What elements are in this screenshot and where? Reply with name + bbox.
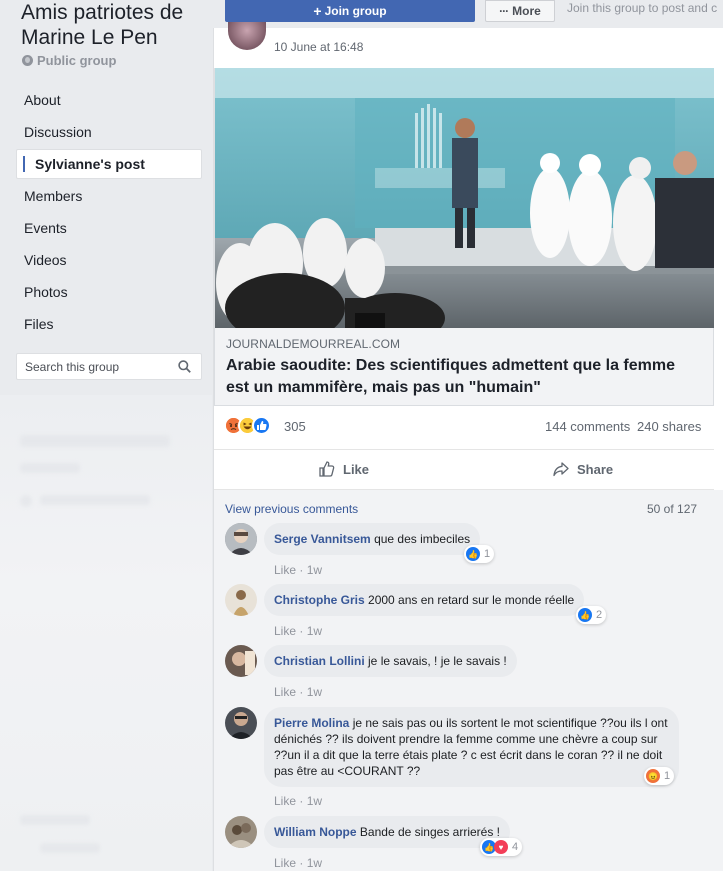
commenter-name[interactable]: Christian Lollini — [274, 654, 365, 668]
comment-bubble: Christophe Gris 2000 ans en retard sur l… — [264, 584, 585, 616]
post-timestamp[interactable]: 10 June at 16:48 — [274, 40, 363, 54]
more-button[interactable]: ··· More — [485, 0, 555, 22]
comment-time[interactable]: 1w — [307, 856, 322, 870]
like-icon — [252, 416, 271, 435]
search-input[interactable] — [17, 354, 167, 379]
comment-count[interactable]: 144 comments — [545, 419, 630, 434]
comment-meta: Like · 1w — [274, 624, 323, 638]
more-dots-icon: ··· — [499, 4, 509, 18]
search-icon[interactable] — [178, 360, 191, 373]
comment-time[interactable]: 1w — [307, 794, 322, 808]
comment-text: 2000 ans en retard sur le monde réelle — [368, 593, 575, 607]
more-label: More — [512, 4, 541, 18]
comment-time[interactable]: 1w — [307, 563, 322, 577]
comment-reaction-count: 1 — [664, 770, 671, 782]
post-card: 10 June at 16:48 JOURNALDEMOURREAL.COM A… — [213, 22, 723, 871]
post-actions: Like Share — [214, 450, 714, 490]
comment-bubble: William Noppe Bande de singes arrierés ! — [264, 816, 511, 848]
commenter-avatar[interactable] — [225, 523, 257, 555]
comment-reaction-count: 4 — [512, 841, 519, 853]
comment-bubble: Christian Lollini je le savais, ! je le … — [264, 645, 517, 677]
blurred-sidebar-content — [0, 395, 212, 871]
comments-section: View previous comments 50 of 127 Serge V… — [214, 490, 723, 871]
globe-icon — [22, 55, 33, 66]
commenter-name[interactable]: Serge Vannitsem — [274, 532, 371, 546]
join-group-label: Join group — [324, 4, 387, 18]
love-icon: ♥ — [494, 840, 508, 854]
thumbs-up-icon — [319, 461, 335, 477]
nav-item-photos[interactable]: Photos — [16, 276, 202, 308]
nav-item-files[interactable]: Files — [16, 308, 202, 340]
comment-time[interactable]: 1w — [307, 685, 322, 699]
commenter-name[interactable]: Pierre Molina — [274, 716, 349, 730]
link-title[interactable]: Arabie saoudite: Des scientifiques admet… — [226, 355, 696, 399]
nav-item-events[interactable]: Events — [16, 212, 202, 244]
comment-time[interactable]: 1w — [307, 624, 322, 638]
like-icon: 👍 — [578, 608, 592, 622]
nav-item-about[interactable]: About — [16, 84, 202, 116]
comment-meta: Like · 1w — [274, 685, 323, 699]
nav-item-label: Sylvianne's post — [35, 156, 145, 172]
comment-text: je le savais, ! je le savais ! — [368, 654, 507, 668]
comment-like-link[interactable]: Like — [274, 624, 296, 638]
group-sidebar: Amis patriotes de Marine Le Pen Public g… — [0, 0, 212, 871]
comment-like-link[interactable]: Like — [274, 856, 296, 870]
join-hint-text: Join this group to post and c — [567, 1, 718, 15]
like-label: Like — [343, 461, 370, 477]
commenter-name[interactable]: Christophe Gris — [274, 593, 365, 607]
comment-reactions[interactable]: 😠 1 — [644, 767, 675, 785]
join-group-button[interactable]: + Join group — [225, 0, 475, 22]
reactions-summary: 305 144 comments 240 shares — [214, 406, 714, 450]
commenter-avatar[interactable] — [225, 584, 257, 616]
nav-item-videos[interactable]: Videos — [16, 244, 202, 276]
comment-page-count: 50 of 127 — [647, 502, 698, 516]
share-label: Share — [577, 461, 614, 477]
group-privacy: Public group — [22, 53, 116, 68]
group-name[interactable]: Amis patriotes de Marine Le Pen — [21, 0, 211, 50]
angry-icon: 😠 — [646, 769, 660, 783]
plus-icon: + — [313, 3, 322, 19]
share-button[interactable]: Share — [552, 460, 613, 478]
comment-like-link[interactable]: Like — [274, 794, 296, 808]
comment-meta: Like · 1w — [274, 856, 323, 870]
comment-reaction-count: 2 — [596, 609, 603, 621]
link-domain: JOURNALDEMOURREAL.COM — [226, 337, 401, 351]
commenter-avatar[interactable] — [225, 816, 257, 848]
view-previous-comments[interactable]: View previous comments — [225, 502, 358, 516]
nav-item-sylviannes-post[interactable]: Sylvianne's post — [16, 149, 202, 179]
commenter-avatar[interactable] — [225, 707, 257, 739]
comment-reactions[interactable]: 👍 2 — [576, 606, 607, 624]
conference-photo — [215, 68, 714, 328]
comment-reactions[interactable]: 👍 ♥ 4 — [480, 838, 523, 856]
share-count[interactable]: 240 shares — [637, 419, 701, 434]
author-avatar[interactable] — [228, 22, 266, 50]
comment-text: que des imbeciles — [374, 532, 471, 546]
reaction-count[interactable]: 305 — [284, 419, 306, 434]
comment-like-link[interactable]: Like — [274, 563, 296, 577]
comment-reactions[interactable]: 👍 1 — [464, 545, 495, 563]
reaction-icons[interactable] — [224, 416, 271, 435]
comment-bubble: Pierre Molina je ne sais pas ou ils sort… — [264, 707, 679, 787]
link-preview-image[interactable] — [214, 68, 714, 328]
comment-meta: Like · 1w — [274, 794, 323, 808]
group-search — [16, 353, 202, 380]
like-icon: 👍 — [466, 547, 480, 561]
nav-item-members[interactable]: Members — [16, 180, 202, 212]
group-privacy-label: Public group — [37, 53, 117, 68]
comment-like-link[interactable]: Like — [274, 685, 296, 699]
comment-text: Bande de singes arrierés ! — [359, 825, 501, 839]
comment-reaction-count: 1 — [484, 548, 491, 560]
commenter-avatar[interactable] — [225, 645, 257, 677]
active-indicator — [23, 156, 25, 173]
group-nav: About Discussion Sylvianne's post Member… — [16, 84, 202, 340]
link-preview[interactable]: JOURNALDEMOURREAL.COM Arabie saoudite: D… — [214, 328, 714, 406]
comment-meta: Like · 1w — [274, 563, 323, 577]
like-button[interactable]: Like — [318, 460, 369, 478]
comment-bubble: Serge Vannitsem que des imbeciles — [264, 523, 481, 555]
nav-item-discussion[interactable]: Discussion — [16, 116, 202, 148]
share-icon — [553, 462, 569, 477]
commenter-name[interactable]: William Noppe — [274, 825, 357, 839]
